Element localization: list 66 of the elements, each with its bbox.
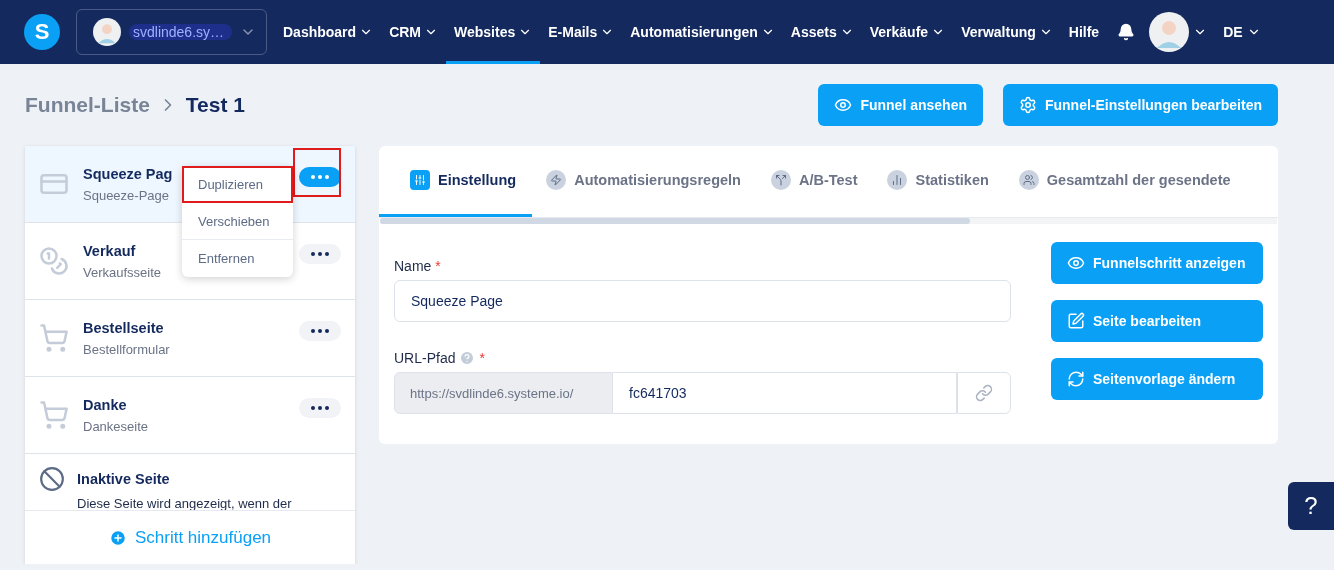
- dots-icon: [311, 406, 329, 410]
- cart-icon: [39, 400, 69, 430]
- step-title: Verkauf: [83, 242, 136, 259]
- tab[interactable]: Automatisierungsregeln: [532, 146, 757, 217]
- dots-icon: [311, 175, 329, 179]
- nav-item[interactable]: Hilfe: [1060, 0, 1108, 64]
- tab[interactable]: A/B-Test: [756, 146, 874, 217]
- prohibited-icon: [39, 466, 65, 492]
- step-subtitle: Bestellformular: [83, 341, 170, 357]
- avatar-icon: [1149, 12, 1190, 52]
- bell-icon: [1117, 23, 1136, 41]
- url-prefix: https://svdlinde6.systeme.io/: [394, 372, 613, 414]
- page-title: Test 1: [185, 93, 245, 117]
- split-arrow-icon: [774, 174, 787, 186]
- edit-icon: [1067, 312, 1085, 330]
- required-mark: *: [479, 350, 485, 366]
- step-title: Inaktive Seite: [77, 471, 170, 487]
- more-button[interactable]: [299, 398, 341, 418]
- field-label: Name: [394, 258, 432, 274]
- step-title: Bestellseite: [83, 319, 164, 336]
- more-button[interactable]: [299, 321, 341, 341]
- refresh-icon: [1067, 370, 1085, 388]
- nav-item[interactable]: Websites: [446, 0, 541, 64]
- scrollbar[interactable]: [380, 218, 1277, 224]
- dots-icon: [311, 329, 329, 333]
- dots-icon: [311, 252, 329, 256]
- nav-item[interactable]: CRM: [381, 0, 446, 64]
- nav-item[interactable]: Assets: [782, 0, 862, 64]
- field-label: URL-Pfad: [394, 350, 456, 366]
- nav-item[interactable]: Automatisierungen: [622, 0, 783, 64]
- nav-item[interactable]: Dashboard: [275, 0, 382, 64]
- funnel-step[interactable]: Danke Dankeseite: [25, 377, 355, 454]
- more-button[interactable]: [299, 167, 341, 187]
- more-button[interactable]: [299, 244, 341, 264]
- bolt-icon: [550, 174, 563, 186]
- nav-item[interactable]: E-Mails: [540, 0, 623, 64]
- tab[interactable]: Statistiken: [873, 146, 1005, 217]
- coins-icon: [39, 246, 69, 276]
- nav-item[interactable]: Verwaltung: [953, 0, 1061, 64]
- required-mark: *: [435, 258, 441, 274]
- link-icon: [975, 384, 993, 402]
- tab[interactable]: Gesamtzahl der gesendete: [1004, 146, 1247, 217]
- step-subtitle: Verkaufsseite: [83, 264, 162, 280]
- cart-icon: [39, 323, 69, 353]
- step-title: Danke: [83, 396, 127, 413]
- funnel-step[interactable]: Bestellseite Bestellformular: [25, 300, 355, 377]
- step-description: Diese Seite wird angezeigt, wenn der: [76, 496, 293, 510]
- menu-item[interactable]: Duplizieren: [182, 166, 293, 203]
- step-title: Squeeze Pag: [83, 165, 173, 182]
- eye-icon: [1067, 254, 1085, 272]
- url-path-field[interactable]: fc641703: [613, 372, 957, 414]
- language-selector[interactable]: DE: [1217, 23, 1267, 41]
- account-switcher[interactable]: svdlinde6.sy…: [76, 9, 267, 55]
- help-button[interactable]: ?: [1288, 482, 1334, 530]
- bar-chart-icon: [891, 174, 904, 186]
- sliders-icon: [414, 174, 426, 186]
- eye-icon: [834, 96, 853, 114]
- nav-item[interactable]: Verkäufe: [861, 0, 954, 64]
- avatar-icon: [93, 18, 121, 46]
- gear-icon: [1018, 96, 1037, 114]
- users-icon: [1022, 174, 1035, 186]
- step-subtitle: Dankeseite: [83, 418, 149, 434]
- plus-icon: [108, 528, 127, 547]
- step-subtitle: Squeeze-Page: [83, 187, 169, 203]
- name-field[interactable]: Squeeze Page: [394, 280, 1011, 322]
- menu-item[interactable]: Entfernen: [182, 240, 293, 277]
